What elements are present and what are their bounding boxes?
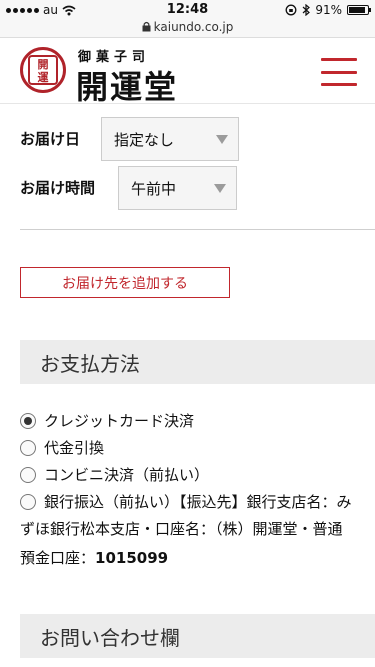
add-destination-button[interactable]: お届け先を追加する <box>20 267 230 298</box>
payment-option-convenience-store[interactable]: コンビニ決済（前払い） <box>20 464 209 485</box>
menu-line <box>321 83 357 86</box>
payment-option-label: 代金引換 <box>44 439 105 457</box>
delivery-time-row: お届け時間 <box>20 177 95 198</box>
lock-icon <box>142 21 151 32</box>
bluetooth-icon <box>302 4 311 16</box>
radio-button[interactable] <box>20 412 36 429</box>
logo-seal-text: 開運 <box>28 55 58 85</box>
menu-line <box>321 58 357 61</box>
bank-account-line: 預金口座：1015099 <box>20 547 168 568</box>
bank-account-prefix: 預金口座： <box>20 549 96 567</box>
delivery-date-row: お届け日 <box>20 128 80 149</box>
payment-option-label: クレジットカード決済 <box>44 412 195 430</box>
status-bar: au 12:48 91% <box>0 0 375 20</box>
address-bar[interactable]: kaiundo.co.jp <box>0 20 375 38</box>
payment-option-cod[interactable]: 代金引換 <box>20 437 104 458</box>
payment-option-label: 銀行振込（前払い）【振込先】銀行支店名：み <box>44 493 352 511</box>
payment-option-bank-transfer[interactable]: 銀行振込（前払い）【振込先】銀行支店名：み <box>20 491 352 512</box>
delivery-date-label: お届け日 <box>20 130 81 148</box>
radio-button[interactable] <box>20 439 36 456</box>
battery-icon <box>347 5 371 15</box>
bank-transfer-detail: ずほ銀行松本支店・口座名：（株）開運堂・普通 <box>20 520 343 538</box>
hamburger-menu-button[interactable] <box>321 58 357 86</box>
logo-seal[interactable]: 開運 <box>20 47 66 93</box>
brand-name[interactable]: 開運堂 <box>76 62 178 108</box>
menu-line <box>321 70 357 74</box>
delivery-time-value: 午前中 <box>131 179 177 198</box>
payment-option-credit-card[interactable]: クレジットカード決済 <box>20 410 194 431</box>
radio-button[interactable] <box>20 493 36 510</box>
status-right: 91% <box>285 3 371 17</box>
delivery-date-select[interactable]: 指定なし <box>101 117 239 161</box>
divider <box>20 229 375 230</box>
delivery-time-select[interactable]: 午前中 <box>118 166 237 210</box>
rotation-lock-icon <box>285 4 297 16</box>
payment-section-title: お支払方法 <box>20 340 375 384</box>
bank-account-number: 1015099 <box>95 549 169 567</box>
site-header: 開運 御菓子司 開運堂 <box>0 38 375 106</box>
inquiry-section-title: お問い合わせ欄 <box>20 614 375 658</box>
battery-percent: 91% <box>315 3 342 17</box>
delivery-time-label: お届け時間 <box>20 179 96 197</box>
url-text: kaiundo.co.jp <box>153 20 234 34</box>
dropdown-arrow-icon <box>216 135 228 144</box>
dropdown-arrow-icon <box>214 184 226 193</box>
delivery-date-value: 指定なし <box>114 130 175 149</box>
radio-button[interactable] <box>20 466 36 483</box>
payment-option-label: コンビニ決済（前払い） <box>44 466 210 484</box>
